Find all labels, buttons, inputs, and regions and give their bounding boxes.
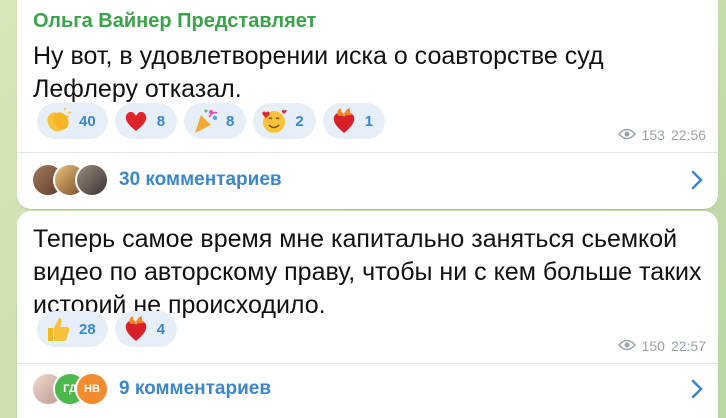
chevron-right-icon — [691, 379, 703, 399]
clapping-hands-icon — [43, 106, 73, 136]
reaction-count: 1 — [364, 112, 374, 130]
commenter-avatars: ГД НВ — [31, 372, 109, 406]
message-meta: 153 22:56 — [617, 127, 706, 143]
thumbs-up-icon — [43, 314, 73, 344]
reaction-count: 28 — [79, 320, 96, 338]
message-meta: 150 22:57 — [617, 338, 706, 354]
divider — [17, 152, 718, 153]
view-count: 153 — [641, 127, 665, 143]
reaction-love-face[interactable]: 2 — [253, 103, 316, 139]
comments-button[interactable]: 30 комментариев — [31, 155, 704, 205]
eye-icon — [617, 127, 636, 143]
avatar — [75, 163, 109, 197]
view-count: 150 — [641, 338, 665, 354]
message-bubble[interactable]: Теперь самое время мне капитально занять… — [17, 211, 718, 418]
reaction-count: 4 — [156, 320, 166, 338]
reaction-clapping[interactable]: 40 — [37, 103, 108, 139]
heart-on-fire-icon — [121, 314, 151, 344]
reaction-party[interactable]: 8 — [184, 103, 247, 139]
reaction-count: 8 — [156, 112, 166, 130]
reaction-count: 40 — [79, 112, 96, 130]
party-popper-icon — [190, 106, 220, 136]
reaction-heart-fire[interactable]: 1 — [322, 103, 386, 139]
reactions-bar: 40 8 8 2 1 — [37, 103, 386, 143]
reactions-bar: 28 4 — [37, 311, 178, 351]
reaction-count: 2 — [295, 112, 304, 130]
timestamp: 22:57 — [670, 338, 706, 354]
message-text: Теперь самое время мне капитально занять… — [33, 225, 702, 319]
message-text: Ну вот, в удовлетворении иска о соавторс… — [33, 42, 604, 103]
message-bubble[interactable]: Ольга Вайнер Представляет Ну вот, в удов… — [17, 0, 718, 209]
avatar: НВ — [75, 372, 109, 406]
comments-button[interactable]: ГД НВ 9 комментариев — [31, 364, 704, 414]
commenter-avatars — [31, 163, 109, 197]
reaction-thumbs-up[interactable]: 28 — [37, 311, 108, 347]
reaction-heart-fire[interactable]: 4 — [114, 311, 178, 347]
comments-count-label: 30 комментариев — [119, 169, 282, 190]
sender-name[interactable]: Ольга Вайнер Представляет — [33, 10, 316, 33]
heart-on-fire-icon — [329, 106, 359, 136]
eye-icon — [617, 338, 636, 354]
red-heart-icon — [121, 106, 151, 136]
reaction-count: 8 — [226, 112, 235, 130]
reaction-heart[interactable]: 8 — [114, 103, 178, 139]
comments-count-label: 9 комментариев — [119, 378, 272, 399]
smiling-face-with-hearts-icon — [259, 106, 289, 136]
chevron-right-icon — [691, 170, 703, 190]
timestamp: 22:56 — [670, 127, 706, 143]
